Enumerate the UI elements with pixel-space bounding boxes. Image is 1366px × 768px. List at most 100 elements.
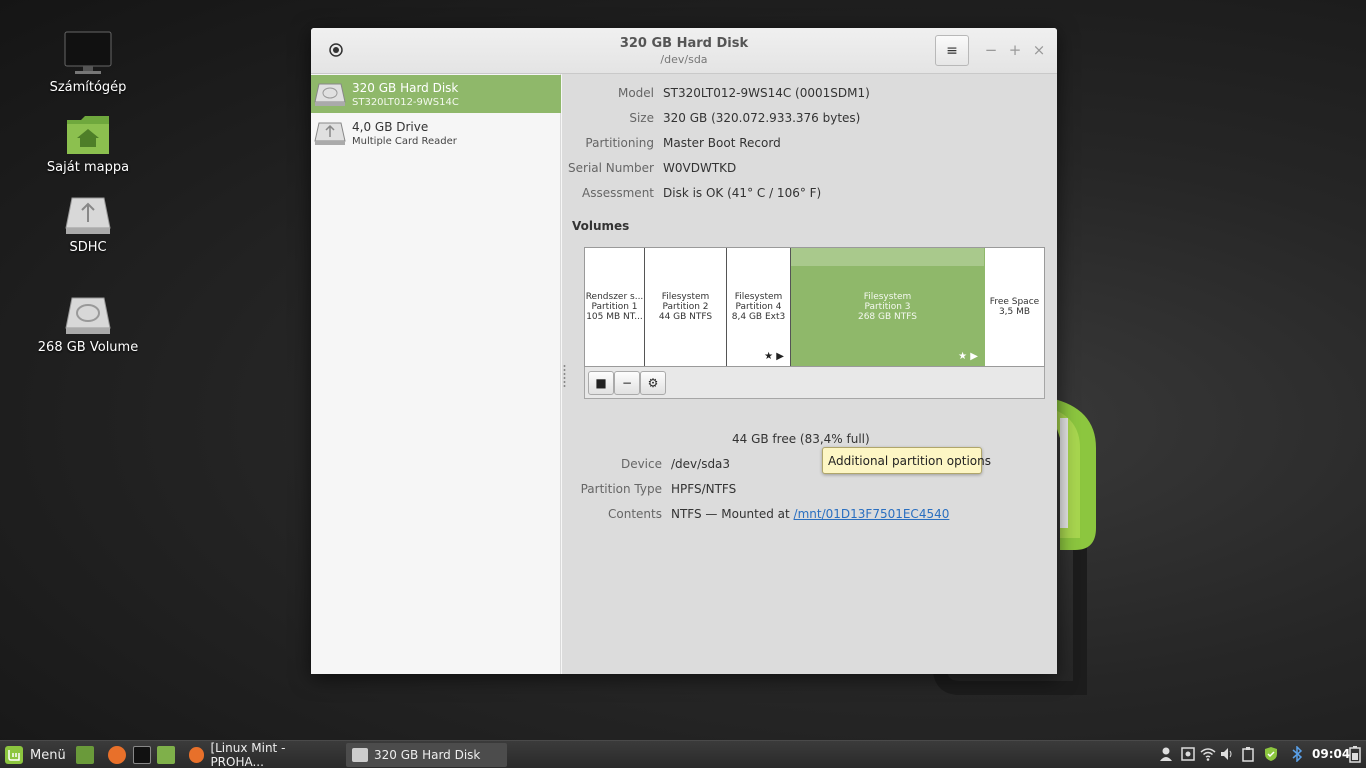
close-button[interactable]: × — [1030, 40, 1048, 60]
task-disks[interactable]: 320 GB Hard Disk — [346, 743, 507, 767]
power-icon[interactable] — [1348, 745, 1364, 763]
prop-label: Serial Number — [568, 161, 654, 175]
drive-item-card-reader[interactable]: 4,0 GB Drive Multiple Card Reader — [311, 114, 561, 152]
volume-label: Rendszer s... — [585, 292, 644, 302]
drive-model: ST320LT012-9WS14C — [352, 97, 459, 108]
desktop-icon-home[interactable]: Saját mappa — [33, 104, 143, 175]
volume-label: Partition 2 — [662, 302, 709, 312]
prop-label: Model — [617, 86, 654, 100]
desktop-icon-volume[interactable]: 268 GB Volume — [33, 284, 143, 355]
contents-value: NTFS — Mounted at /mnt/01D13F7501EC4540 — [671, 507, 949, 523]
drive-model: Multiple Card Reader — [352, 136, 457, 147]
volume-label: Partition 4 — [735, 302, 782, 312]
volume-label: Filesystem — [661, 292, 710, 302]
desktop-icon-label: Saját mappa — [46, 160, 130, 175]
desktop-icon-computer[interactable]: Számítógép — [33, 24, 143, 95]
partitioning-value: Master Boot Record — [663, 136, 781, 150]
device-value: /dev/sda3 — [671, 457, 731, 471]
minus-icon: − — [621, 376, 633, 390]
volume-partition-1[interactable]: Rendszer s... Partition 1 105 MB NT... — [585, 248, 645, 366]
stop-icon: ■ — [595, 376, 607, 390]
size-value: 320 GB (320.072.933.376 bytes) — [663, 111, 861, 125]
desktop-icon-label: Számítógép — [49, 80, 127, 95]
start-menu-button[interactable]: Menü — [4, 745, 66, 765]
files-icon[interactable] — [157, 746, 175, 764]
volume-label: Partition 1 — [591, 302, 638, 312]
usb-drive-icon — [314, 122, 346, 145]
bluetooth-icon[interactable] — [1289, 745, 1305, 763]
volume-partition-4[interactable]: Filesystem Partition 4 8,4 GB Ext3 ★ ▶ — [727, 248, 791, 366]
volume-label: Filesystem — [863, 292, 912, 302]
usb-drive-icon — [65, 197, 111, 234]
task-label: [Linux Mint - PROHA... — [210, 741, 286, 768]
minimize-button[interactable]: − — [982, 40, 1000, 60]
drive-list: 320 GB Hard Disk ST320LT012-9WS14C 4,0 G… — [311, 74, 561, 674]
hamburger-icon: ≡ — [946, 42, 958, 59]
prop-label: Device — [620, 457, 662, 471]
mount-point-link[interactable]: /mnt/01D13F7501EC4540 — [794, 507, 950, 521]
mint-logo-icon — [5, 746, 23, 764]
volume-partition-3[interactable]: Filesystem Partition 3 268 GB NTFS ★ ▶ — [791, 248, 985, 366]
desktop-icon-sdhc[interactable]: SDHC — [33, 184, 143, 255]
prop-device: Device — [562, 457, 662, 473]
partition-type-value: HPFS/NTFS — [671, 482, 737, 496]
volume-label: 44 GB NTFS — [658, 312, 713, 322]
task-firefox[interactable]: [Linux Mint - PROHA... — [183, 741, 338, 768]
prop-assessment: Assessment — [562, 186, 654, 202]
prop-model: Model — [562, 86, 654, 102]
prop-label: Partitioning — [585, 136, 654, 150]
volume-icon[interactable] — [1219, 746, 1235, 762]
prop-contents: Contents — [562, 507, 662, 523]
disk-details: Model ST320LT012-9WS14C (0001SDM1) Size … — [562, 74, 1057, 674]
task-label: 320 GB Hard Disk — [374, 748, 481, 762]
show-desktop-icon[interactable] — [76, 746, 94, 764]
partition-size-value: 44 GB free (83,4% full) — [732, 432, 870, 446]
wifi-icon[interactable] — [1200, 746, 1216, 762]
volume-label: 105 MB NT... — [586, 312, 643, 322]
firefox-icon[interactable] — [108, 746, 126, 764]
prop-label: Contents — [608, 507, 662, 521]
hard-disk-icon — [352, 748, 368, 762]
volume-label: Partition 3 — [864, 302, 911, 312]
assessment-value: Disk is OK (41° C / 106° F) — [663, 186, 822, 200]
user-icon[interactable] — [1158, 746, 1174, 762]
drive-name: 320 GB Hard Disk — [352, 81, 459, 95]
unmount-button[interactable]: ■ — [588, 371, 614, 395]
prop-partition-type: Partition Type — [562, 482, 662, 498]
clock[interactable]: 09:04 — [1312, 747, 1350, 761]
prop-size: Size — [562, 111, 654, 127]
prop-label: Assessment — [582, 186, 654, 200]
terminal-icon[interactable] — [133, 746, 151, 764]
desktop-icon-label: 268 GB Volume — [37, 340, 139, 355]
pane-resize-handle[interactable] — [563, 364, 566, 388]
monitor-icon — [64, 31, 112, 74]
home-folder-icon — [67, 116, 109, 154]
prop-partitioning: Partitioning — [562, 136, 654, 152]
menu-button[interactable]: ≡ — [935, 35, 969, 66]
drive-name: 4,0 GB Drive — [352, 120, 429, 134]
drive-item-hard-disk[interactable]: 320 GB Hard Disk ST320LT012-9WS14C — [311, 75, 561, 113]
volume-free-space[interactable]: Free Space 3,5 MB — [985, 248, 1044, 366]
volume-partition-2[interactable]: Filesystem Partition 2 44 GB NTFS — [645, 248, 727, 366]
volume-usage-bar — [791, 248, 984, 266]
hard-disk-icon — [65, 297, 111, 334]
volume-label: Free Space — [989, 297, 1040, 307]
firefox-icon — [189, 747, 205, 763]
volumes-heading: Volumes — [572, 219, 630, 233]
delete-partition-button[interactable]: − — [614, 371, 640, 395]
hard-disk-icon — [314, 83, 346, 106]
prop-label: Size — [629, 111, 654, 125]
gear-icon: ⚙ — [647, 376, 659, 390]
update-manager-icon[interactable] — [1180, 746, 1196, 762]
start-menu-label: Menü — [30, 747, 66, 763]
star-play-icon: ★ ▶ — [764, 351, 784, 362]
disks-window: 320 GB Hard Disk /dev/sda ≡ − + × 320 GB… — [311, 28, 1057, 674]
partition-options-button[interactable]: ⚙ — [640, 371, 666, 395]
volume-label: 8,4 GB Ext3 — [731, 312, 786, 322]
prop-label: Partition Type — [580, 482, 662, 496]
clipboard-icon[interactable] — [1240, 746, 1256, 762]
maximize-button[interactable]: + — [1006, 40, 1024, 60]
titlebar[interactable]: 320 GB Hard Disk /dev/sda ≡ − + × — [311, 28, 1057, 74]
shield-icon[interactable] — [1263, 746, 1279, 762]
tooltip: Additional partition options — [822, 447, 991, 474]
